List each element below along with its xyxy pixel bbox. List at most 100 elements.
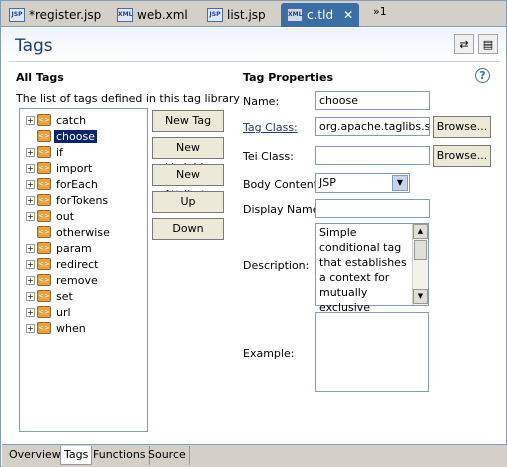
tab-tags[interactable]: Tags [60,446,93,465]
all-tags-heading: All Tags [16,71,64,84]
xml-file-icon: XML [287,8,303,22]
display-name-field[interactable] [315,199,430,218]
tag-class-field[interactable]: org.apache.taglibs.star [315,117,430,136]
new-variable-button[interactable]: New Variable [152,137,224,174]
close-icon[interactable]: ✕ [343,8,353,22]
editor-tab-web-xml[interactable]: XML web.xml [111,3,194,27]
tag-icon: <> [37,322,51,334]
tei-class-label: Tei Class: [243,150,294,163]
tree-item-param[interactable]: + <> param [26,240,94,256]
help-icon[interactable]: ? [475,68,490,83]
name-field[interactable]: choose [315,91,430,110]
description-scrollbar[interactable]: ▲ ▼ [412,224,428,305]
tree-item-import[interactable]: + <> import [26,160,94,176]
editor-tab-label: c.tld [307,8,334,22]
display-name-label: Display Name: [243,203,324,216]
tag-class-link[interactable]: Tag Class: [243,121,298,134]
editor-tab-label: *register.jsp [29,8,102,22]
more-tabs-chevron-icon[interactable]: »1 [373,5,387,18]
expand-icon[interactable]: + [26,179,35,189]
editor-tab-bar: JSP *register.jsp XML web.xml JSP list.j… [1,1,506,27]
tree-item-redirect[interactable]: + <> redirect [26,256,101,272]
expand-icon[interactable]: + [26,163,35,173]
tag-icon: <> [37,146,51,158]
tree-item-remove[interactable]: + <> remove [26,272,100,288]
tag-icon: <> [37,274,51,286]
expand-icon[interactable]: + [26,211,35,221]
tree-item-label: remove [56,273,98,287]
tree-item-url[interactable]: + <> url [26,304,73,320]
expand-icon[interactable]: + [26,147,35,157]
tree-item-otherwise[interactable]: <> otherwise [26,224,112,240]
tab-functions[interactable]: Functions [90,446,150,465]
expand-icon[interactable]: + [26,195,35,205]
down-button[interactable]: Down [152,218,224,240]
page-title: Tags [15,36,53,56]
tree-item-label: import [56,161,93,175]
expand-icon[interactable]: + [26,307,35,317]
tei-class-field[interactable] [315,146,430,165]
tree-item-foreach[interactable]: + <> forEach [26,176,100,192]
tag-icon: <> [37,114,51,126]
new-attribute-button[interactable]: New Attribute [152,164,224,201]
jsp-file-icon: JSP [9,8,25,22]
tei-class-browse-button[interactable]: Browse... [433,145,491,167]
tree-item-label: param [56,241,92,255]
expand-icon[interactable]: + [26,259,35,269]
toggle-design-icon[interactable]: ⇄ [454,34,474,54]
tag-icon: <> [37,194,51,206]
expand-icon[interactable]: + [26,243,35,253]
tag-icon: <> [37,258,51,270]
scroll-up-icon[interactable]: ▲ [413,224,428,239]
editor-tab-register-jsp[interactable]: JSP *register.jsp [3,3,107,27]
description-textarea[interactable]: Simple conditional tag that establishes … [315,223,429,314]
body-content-value: JSP [319,176,336,189]
tld-editor-window: JSP *register.jsp XML web.xml JSP list.j… [0,0,507,467]
tree-item-label: redirect [56,257,99,271]
description-text: Simple conditional tag that establishes … [319,226,411,314]
tag-class-browse-button[interactable]: Browse... [433,116,491,138]
tree-item-label: if [56,145,63,159]
tree-item-label: out [56,209,75,223]
tree-item-when[interactable]: + <> when [26,320,88,336]
editor-tab-list-jsp[interactable]: JSP list.jsp [201,3,272,27]
all-tags-description: The list of tags defined in this tag lib… [16,92,240,105]
body-content-label: Body Content: [243,178,322,191]
tree-item-set[interactable]: + <> set [26,288,75,304]
tag-icon: <> [37,178,51,190]
body-content-select[interactable]: JSP ▼ [315,173,410,193]
tree-item-fortokens[interactable]: + <> forTokens [26,192,110,208]
tag-icon: <> [37,162,51,174]
chevron-down-icon[interactable]: ▼ [392,175,408,191]
tab-source[interactable]: Source [145,446,190,465]
expand-icon[interactable]: + [26,115,35,125]
tree-item-catch[interactable]: + <> catch [26,112,88,128]
tree-item-label: otherwise [56,225,110,239]
header-separator [9,61,500,62]
expand-icon[interactable]: + [26,291,35,301]
scroll-thumb[interactable] [414,240,427,260]
tree-item-label: forTokens [56,193,109,207]
outline-view-icon[interactable]: ▤ [478,34,498,54]
tab-overview[interactable]: Overview [6,446,65,465]
tags-tree[interactable]: + <> catch <> choose + <> if + <> import… [19,108,148,432]
tag-icon: <> [37,226,51,238]
up-button[interactable]: Up [152,191,224,213]
new-tag-button[interactable]: New Tag [152,110,224,132]
editor-tab-c-tld[interactable]: XML c.tld ✕ [281,3,359,27]
scroll-down-icon[interactable]: ▼ [413,289,428,304]
tree-item-if[interactable]: + <> if [26,144,65,160]
expand-icon[interactable]: + [26,323,35,333]
description-label: Description: [243,259,310,272]
tree-item-label: when [56,321,86,335]
tag-icon: <> [37,210,51,222]
expand-icon[interactable]: + [26,275,35,285]
xml-file-icon: XML [117,8,133,22]
form-header [2,28,505,62]
tag-icon: <> [37,306,51,318]
example-label: Example: [243,347,295,360]
tree-item-out[interactable]: + <> out [26,208,76,224]
tree-item-choose[interactable]: <> choose [26,128,97,144]
example-textarea[interactable] [315,312,429,392]
name-label: Name: [243,95,280,108]
